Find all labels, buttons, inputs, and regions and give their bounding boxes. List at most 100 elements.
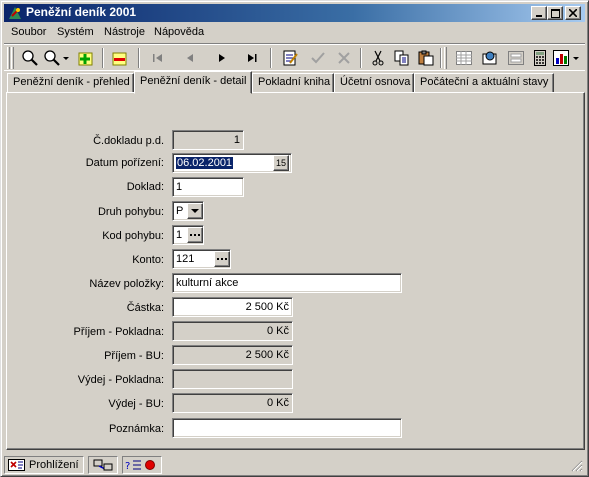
- search-dropdown-button[interactable]: [42, 47, 70, 69]
- tab-detail[interactable]: Peněžní deník - detail: [134, 71, 252, 94]
- calendar-icon: 15: [275, 158, 286, 168]
- cancel-button[interactable]: [332, 47, 355, 69]
- chevron-down-icon: [191, 208, 199, 213]
- calendar-button[interactable]: 15: [273, 155, 289, 171]
- toolbar-separator: [138, 48, 140, 68]
- expense-bank-label: Výdej - BU:: [108, 398, 164, 410]
- copy-icon: [394, 50, 408, 66]
- delete-record-icon: [112, 52, 126, 66]
- toolbar-grip[interactable]: [7, 47, 10, 69]
- doc-number-field: 1: [172, 130, 244, 150]
- movement-type-label: Druh pohybu:: [97, 206, 164, 218]
- search-dropdown-icon: [44, 50, 69, 66]
- calculator-icon: [533, 50, 546, 66]
- add-record-button[interactable]: [74, 47, 97, 69]
- minimize-button[interactable]: [531, 6, 547, 20]
- ellipsis-icon: [190, 233, 200, 236]
- title-bar[interactable]: Peněžní deník 2001: [4, 4, 585, 22]
- tab-prehled[interactable]: Peněžní deník - přehled: [7, 73, 134, 93]
- menu-napoveda[interactable]: Nápověda: [154, 25, 204, 40]
- doc-number-label: Č.dokladu p.d.: [93, 135, 164, 147]
- cancel-icon: [337, 52, 350, 64]
- previous-record-icon: [186, 54, 193, 62]
- chart-icon: [553, 50, 579, 66]
- toolbar-separator: [270, 48, 272, 68]
- item-name-label: Název položky:: [89, 278, 164, 290]
- view-mode-icon: [8, 459, 25, 471]
- expense-bank-field: 0 Kč: [172, 393, 293, 413]
- movement-code-lookup-button[interactable]: [187, 227, 203, 243]
- income-cash-label: Příjem - Pokladna:: [73, 326, 164, 338]
- account-lookup-button[interactable]: [214, 251, 230, 267]
- form-view-button[interactable]: [504, 47, 527, 69]
- minimize-icon: [536, 15, 542, 17]
- confirm-icon: [310, 52, 325, 64]
- preview-button[interactable]: [478, 47, 501, 69]
- paste-button[interactable]: [414, 47, 437, 69]
- resize-grip-icon[interactable]: [571, 460, 583, 475]
- next-record-button[interactable]: [210, 47, 233, 69]
- last-record-icon: [247, 54, 256, 62]
- table-view-button[interactable]: [452, 47, 475, 69]
- detail-form: Č.dokladu p.d. 1 Datum pořízení: 06.02.2…: [6, 92, 585, 450]
- item-name-field[interactable]: kulturní akce: [172, 273, 402, 293]
- income-cash-field: 0 Kč: [172, 321, 293, 341]
- date-value: 06.02.2001: [176, 157, 234, 169]
- maximize-icon: [550, 8, 560, 18]
- status-bar: Prohlížení ?: [4, 454, 585, 475]
- toolbar-grip[interactable]: [444, 47, 447, 69]
- expense-cash-label: Výdej - Pokladna:: [77, 374, 164, 386]
- edit-button[interactable]: [278, 47, 301, 69]
- edit-icon: [283, 50, 298, 66]
- cut-icon: [372, 50, 383, 66]
- toolbar-separator: [360, 48, 362, 68]
- status-panel-2: [88, 456, 118, 474]
- calculator-button[interactable]: [528, 47, 551, 69]
- app-window: Peněžní deník 2001 Soubor Systém Nástroj…: [0, 0, 589, 477]
- status-mode-panel: Prohlížení: [4, 456, 84, 474]
- copy-button[interactable]: [390, 47, 413, 69]
- window-title: Peněžní deník 2001: [26, 5, 137, 19]
- search-button[interactable]: [18, 47, 41, 69]
- paste-icon: [418, 50, 433, 66]
- note-field[interactable]: [172, 418, 402, 438]
- toolbar: [4, 43, 585, 71]
- document-field[interactable]: 1: [172, 177, 244, 197]
- tab-ucetni-osnova[interactable]: Účetní osnova: [334, 73, 414, 93]
- tab-pokladni-kniha[interactable]: Pokladní kniha: [252, 73, 334, 93]
- income-bank-field: 2 500 Kč: [172, 345, 293, 365]
- chart-button[interactable]: [552, 47, 582, 69]
- record-status-icon: ?: [125, 460, 155, 472]
- menu-soubor[interactable]: Soubor: [11, 25, 46, 40]
- amount-field[interactable]: 2 500 Kč: [172, 297, 293, 317]
- movement-code-label: Kod pohybu:: [102, 230, 164, 242]
- tab-pocatecni-stavy[interactable]: Počáteční a aktuální stavy: [414, 73, 554, 93]
- last-record-button[interactable]: [240, 47, 263, 69]
- maximize-button[interactable]: [547, 6, 563, 20]
- previous-record-button[interactable]: [178, 47, 201, 69]
- menu-bar: Soubor Systém Nástroje Nápověda: [4, 23, 585, 42]
- form-view-icon: [507, 51, 524, 65]
- close-icon: [569, 9, 577, 17]
- confirm-button[interactable]: [306, 47, 329, 69]
- toolbar-separator: [440, 48, 442, 68]
- movement-type-dropdown[interactable]: [187, 203, 203, 219]
- menu-nastroje[interactable]: Nástroje: [104, 25, 145, 40]
- status-mode-text: Prohlížení: [29, 459, 79, 471]
- menu-system[interactable]: Systém: [57, 25, 94, 40]
- cut-button[interactable]: [366, 47, 389, 69]
- close-button[interactable]: [565, 6, 581, 20]
- table-view-icon: [455, 51, 472, 65]
- next-record-icon: [218, 54, 225, 62]
- first-record-button[interactable]: [146, 47, 169, 69]
- status-panel-3: ?: [122, 456, 162, 474]
- delete-record-button[interactable]: [108, 47, 131, 69]
- first-record-icon: [152, 54, 162, 62]
- expense-cash-field: [172, 369, 293, 389]
- amount-label: Částka:: [126, 302, 164, 314]
- account-label: Konto:: [132, 254, 164, 266]
- toolbar-grip[interactable]: [11, 47, 14, 69]
- preview-icon: [482, 51, 496, 65]
- income-bank-label: Příjem - BU:: [104, 350, 164, 362]
- add-record-icon: [78, 52, 92, 66]
